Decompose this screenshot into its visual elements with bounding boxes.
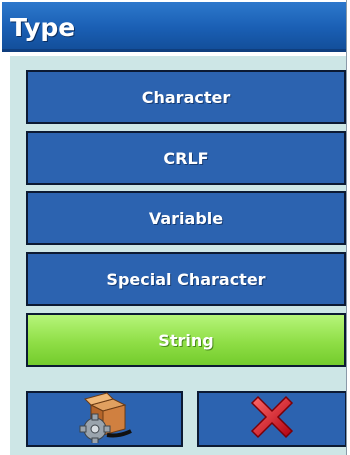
option-special-character-button[interactable]: Special Character [26, 252, 346, 306]
title-bar: Type [2, 2, 347, 52]
type-dialog: Type Character CRLF Variable Special Cha… [0, 0, 347, 455]
option-character-button[interactable]: Character [26, 70, 346, 124]
option-label: CRLF [163, 148, 209, 168]
confirm-button[interactable] [26, 391, 183, 447]
option-label: String [158, 330, 214, 350]
dialog-title: Type [10, 13, 76, 42]
option-label: Character [141, 87, 231, 107]
option-label: Special Character [106, 269, 266, 289]
box-gear-icon [75, 391, 135, 447]
option-crlf-button[interactable]: CRLF [26, 131, 346, 185]
cancel-button[interactable] [197, 391, 347, 447]
edge-divider [346, 0, 347, 455]
option-string-button[interactable]: String [26, 313, 346, 367]
option-variable-button[interactable]: Variable [26, 191, 346, 245]
option-label: Variable [148, 208, 224, 228]
red-x-icon [248, 393, 296, 445]
